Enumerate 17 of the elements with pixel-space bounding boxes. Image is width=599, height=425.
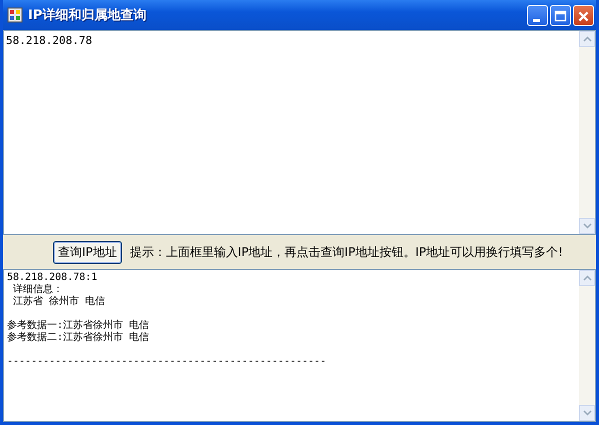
scrollbar[interactable] [579, 270, 595, 421]
scroll-down-icon[interactable] [582, 410, 592, 416]
close-button[interactable] [573, 4, 594, 26]
query-ip-button[interactable]: 查询IP地址 [53, 240, 122, 264]
maximize-button[interactable] [550, 4, 571, 26]
scroll-up-icon[interactable] [582, 275, 592, 281]
hint-text: 提示：上面框里输入IP地址，再点击查询IP地址按钮。IP地址可以用换行填写多个! [130, 244, 563, 260]
minimize-icon [533, 18, 540, 22]
window-title: IP详细和归属地查询 [28, 6, 146, 24]
minimize-button[interactable] [527, 4, 548, 26]
window-icon [7, 7, 23, 23]
result-line: 参考数据一:江苏省徐州市 电信 [7, 320, 150, 331]
result-line: ----------------------------------------------------- [7, 356, 326, 367]
result-line: 参考数据二:江苏省徐州市 电信 [7, 332, 150, 343]
result-line: 江苏省 徐州市 电信 [12, 296, 106, 307]
result-line: 58.218.208.78:1 [7, 272, 98, 283]
result-line: 详细信息： [12, 284, 64, 295]
